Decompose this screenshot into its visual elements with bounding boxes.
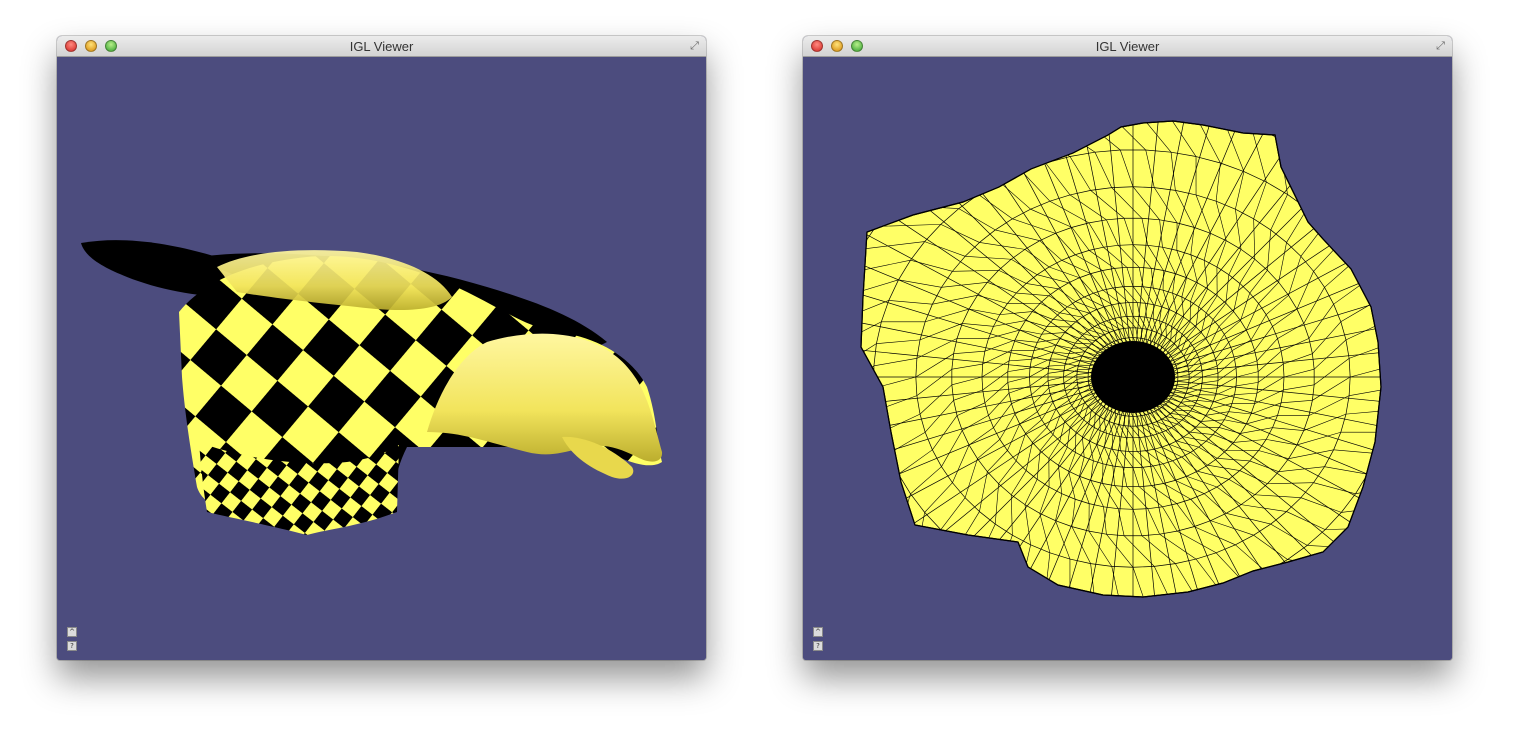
title-bar[interactable]: IGL Viewer ⤢ (57, 36, 706, 57)
window-title: IGL Viewer (1095, 39, 1160, 54)
viewer-menu-icon[interactable]: ^ (67, 627, 77, 637)
window-title: IGL Viewer (349, 39, 414, 54)
fullscreen-icon[interactable]: ⤢ (688, 40, 701, 53)
viewer-menu-icon[interactable]: ^ (813, 627, 823, 637)
igl-viewer-window-right: IGL Viewer ⤢ ^ ? (803, 36, 1452, 660)
fullscreen-icon[interactable]: ⤢ (1434, 40, 1447, 53)
parameterized-mesh-render (860, 120, 1382, 598)
igl-viewer-window-left: IGL Viewer ⤢ ^ ? (57, 36, 706, 660)
textured-mesh-render (81, 240, 663, 535)
viewer-canvas[interactable]: ^ ? (803, 57, 1452, 660)
viewer-canvas[interactable]: ^ ? (57, 57, 706, 660)
viewer-help-icon[interactable]: ? (67, 641, 77, 651)
title-bar[interactable]: IGL Viewer ⤢ (803, 36, 1452, 57)
viewer-help-icon[interactable]: ? (813, 641, 823, 651)
